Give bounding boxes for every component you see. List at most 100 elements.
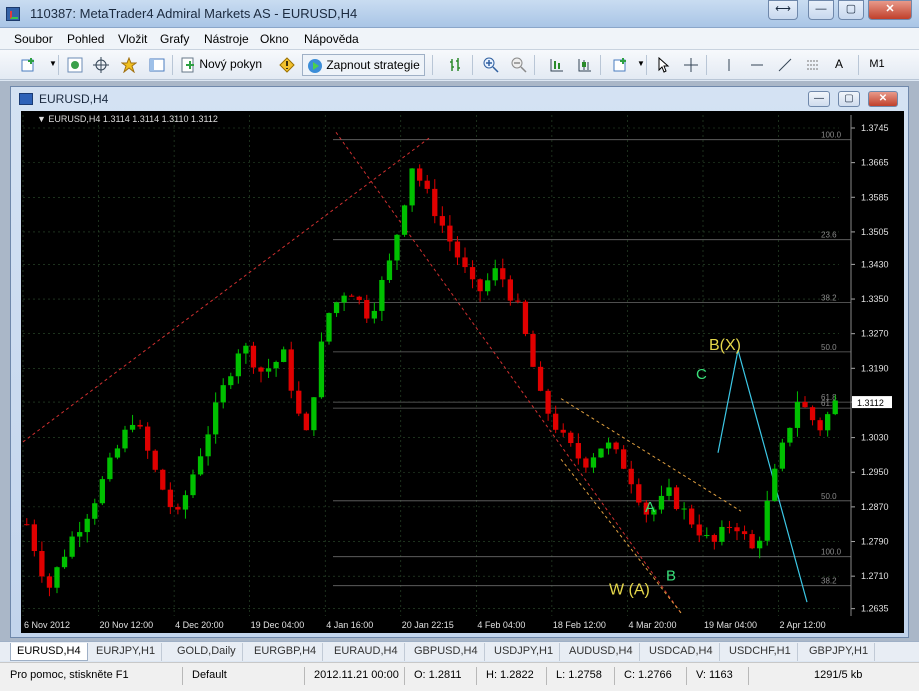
candle-body xyxy=(401,205,408,235)
vertical-line-icon[interactable] xyxy=(718,54,740,76)
tab-euraud-h4[interactable]: EURAUD,H4 xyxy=(328,643,405,661)
tab-usdcad-h4[interactable]: USDCAD,H4 xyxy=(643,643,720,661)
close-window-button[interactable]: ✕ xyxy=(868,0,912,20)
chart-minimize-button[interactable]: — xyxy=(808,91,830,107)
horizontal-line-icon[interactable] xyxy=(746,54,768,76)
tab-eurgbp-h4[interactable]: EURGBP,H4 xyxy=(248,643,324,661)
candle-body xyxy=(590,457,597,468)
candle-body xyxy=(779,442,785,469)
chart-window: EURUSD,H4 — ▢ ✕ 100.0 23.6 38.2 50.0 61.8 61.… xyxy=(10,86,909,638)
tab-eurusd-h4[interactable]: EURUSD,H4 xyxy=(10,643,88,661)
candle-body xyxy=(537,366,544,391)
candle-body xyxy=(228,376,234,386)
fibo-level-label: 100.0 xyxy=(821,131,842,140)
x-tick-label: 4 Mar 20:00 xyxy=(628,620,676,630)
menu-pohled[interactable]: Pohled xyxy=(67,32,104,46)
maximize-button[interactable]: ▢ xyxy=(838,0,864,20)
profiles-icon[interactable] xyxy=(64,54,86,76)
candle-body xyxy=(190,474,196,496)
price-chart[interactable]: 100.0 23.6 38.2 50.0 61.8 61.8 50.0 100.0 38.2 B… xyxy=(21,111,904,633)
candle-body xyxy=(341,295,347,303)
candle-body xyxy=(757,540,763,549)
tab-gbpusd-h4[interactable]: GBPUSD,H4 xyxy=(408,643,485,661)
minimize-button[interactable]: ⟷ xyxy=(768,0,798,20)
text-tool-button[interactable]: A xyxy=(828,54,850,76)
candle-body xyxy=(175,507,181,510)
candle-body xyxy=(575,443,581,459)
new-order-label: Nový pokyn xyxy=(199,57,263,71)
candle-body xyxy=(122,429,128,449)
window-title: 110387: MetaTrader4 Admiral Markets AS -… xyxy=(30,6,358,21)
tab-audusd-h4[interactable]: AUDUSD,H4 xyxy=(563,643,640,661)
candle-body xyxy=(613,442,619,450)
candle-body xyxy=(628,468,634,485)
x-tick-label: 18 Feb 12:00 xyxy=(553,620,606,630)
candle-body xyxy=(522,301,529,335)
wave-label: B(X) xyxy=(709,337,741,354)
menu-grafy[interactable]: Grafy xyxy=(160,32,189,46)
menu-okno[interactable]: Okno xyxy=(260,32,289,46)
templates-icon[interactable] xyxy=(610,54,632,76)
bar-chart-icon[interactable] xyxy=(444,54,466,76)
current-price-label: 1.3112 xyxy=(857,398,884,408)
tab-usdjpy-h1[interactable]: USDJPY,H1 xyxy=(488,643,561,661)
candle-body xyxy=(349,295,355,297)
chart-window-icon xyxy=(19,93,33,105)
candle-body xyxy=(515,300,521,302)
new-chart-dropdown-icon[interactable]: ▼ xyxy=(42,54,64,76)
zoom-out-icon[interactable] xyxy=(508,54,530,76)
favorites-icon[interactable] xyxy=(118,54,140,76)
crosshair-tool-icon[interactable] xyxy=(680,54,702,76)
new-order-button[interactable]: Nový pokyn xyxy=(180,54,262,76)
x-tick-label: 4 Jan 16:00 xyxy=(326,620,373,630)
tab-gbpjpy-h1[interactable]: GBPJPY,H1 xyxy=(803,643,876,661)
candle-body xyxy=(832,400,838,415)
candle-body xyxy=(605,442,612,449)
candle-body xyxy=(160,469,166,490)
chart-close-button[interactable]: ✕ xyxy=(868,91,898,107)
candle-body xyxy=(220,385,226,403)
new-chart-icon[interactable] xyxy=(18,54,40,76)
x-tick-label: 4 Dec 20:00 xyxy=(175,620,224,630)
menu-napoveda[interactable]: Nápověda xyxy=(304,32,359,46)
candle-body xyxy=(326,313,332,342)
chart-window-title: EURUSD,H4 xyxy=(39,92,109,106)
status-bar: Pro pomoc, stiskněte F1 Default 2012.11.… xyxy=(0,662,919,691)
cursor-icon[interactable] xyxy=(652,54,674,76)
candle-body xyxy=(409,168,415,206)
tab-gold-daily[interactable]: GOLD,Daily xyxy=(171,643,243,661)
zoom-in-icon[interactable] xyxy=(480,54,502,76)
candle-body xyxy=(250,345,257,368)
menu-vlozit[interactable]: Vložit xyxy=(118,32,147,46)
timeframe-m1-button[interactable]: M1 xyxy=(866,54,888,76)
navigator-icon[interactable] xyxy=(146,54,168,76)
candle-body xyxy=(39,550,45,577)
fibo-icon[interactable] xyxy=(802,54,824,76)
restore-down-button[interactable]: — xyxy=(808,0,834,20)
grid-icon[interactable] xyxy=(546,54,568,76)
x-tick-label: 20 Jan 22:15 xyxy=(402,620,454,630)
fibo-level-label: 100.0 xyxy=(821,548,842,557)
start-strategy-button[interactable]: Zapnout strategie xyxy=(302,54,425,76)
candle-icon[interactable] xyxy=(574,54,596,76)
candle-body xyxy=(439,216,445,226)
candle-body xyxy=(92,503,98,519)
candle-body xyxy=(356,296,362,301)
candle-body xyxy=(99,479,105,504)
tab-eurjpy-h1[interactable]: EURJPY,H1 xyxy=(90,643,163,661)
menu-nastroje[interactable]: Nástroje xyxy=(204,32,249,46)
price-chart-svg[interactable]: 100.023.638.250.061.861.850.0100.038.2 B… xyxy=(21,111,904,633)
trendline-icon[interactable] xyxy=(774,54,796,76)
y-tick-label: 1.2870 xyxy=(861,502,889,512)
menu-bar: Soubor Pohled Vložit Grafy Nástroje Okno… xyxy=(0,28,919,50)
status-open: O: 1.2811 xyxy=(414,669,462,681)
tab-usdchf-h1[interactable]: USDCHF,H1 xyxy=(723,643,798,661)
warning-icon[interactable] xyxy=(276,54,298,76)
candle-body xyxy=(394,234,400,261)
candle-body xyxy=(553,413,559,430)
y-tick-label: 1.3745 xyxy=(861,123,889,133)
crosshair-icon[interactable] xyxy=(90,54,112,76)
templates-dropdown-icon[interactable]: ▼ xyxy=(630,54,652,76)
menu-soubor[interactable]: Soubor xyxy=(14,32,53,46)
chart-restore-button[interactable]: ▢ xyxy=(838,91,860,107)
